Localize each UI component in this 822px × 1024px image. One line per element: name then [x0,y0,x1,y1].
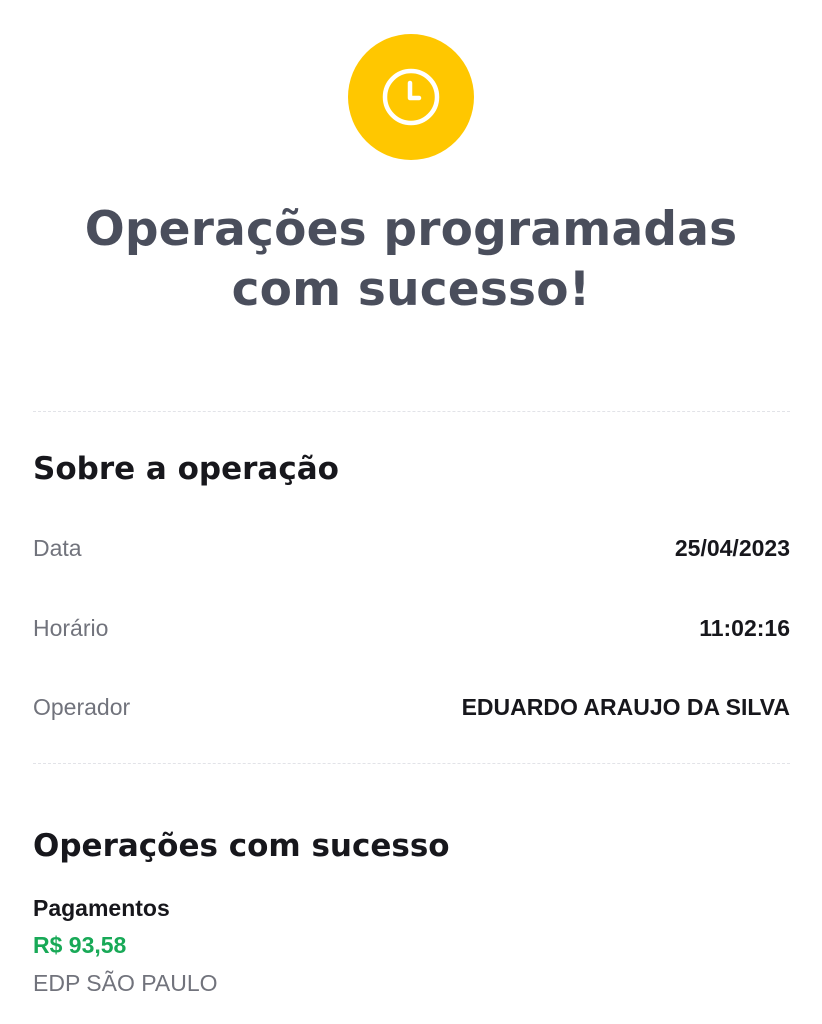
operation-payee: EDP SÃO PAULO [33,970,218,996]
divider [33,763,790,764]
operation-type: Pagamentos [33,895,170,921]
operator-value: EDUARDO ARAUJO DA SILVA [461,693,790,720]
page-title-line-2: com sucesso! [231,262,591,317]
page-title: Operações programadas com sucesso! [0,200,822,320]
success-section-title: Operações com sucesso [33,828,450,864]
time-value: 11:02:16 [699,614,790,641]
date-row: Data 25/04/2023 [33,528,790,568]
date-label: Data [33,534,82,561]
clock-icon [382,68,440,126]
operator-label: Operador [33,693,131,720]
time-row: Horário 11:02:16 [33,608,790,648]
date-value: 25/04/2023 [674,534,790,561]
status-clock-badge [348,34,474,160]
about-section-title: Sobre a operação [33,451,339,487]
divider [33,411,790,412]
operation-amount: R$ 93,58 [33,932,127,958]
page-title-line-1: Operações programadas [84,202,738,257]
operator-row: Operador EDUARDO ARAUJO DA SILVA [33,687,790,727]
time-label: Horário [33,614,109,641]
